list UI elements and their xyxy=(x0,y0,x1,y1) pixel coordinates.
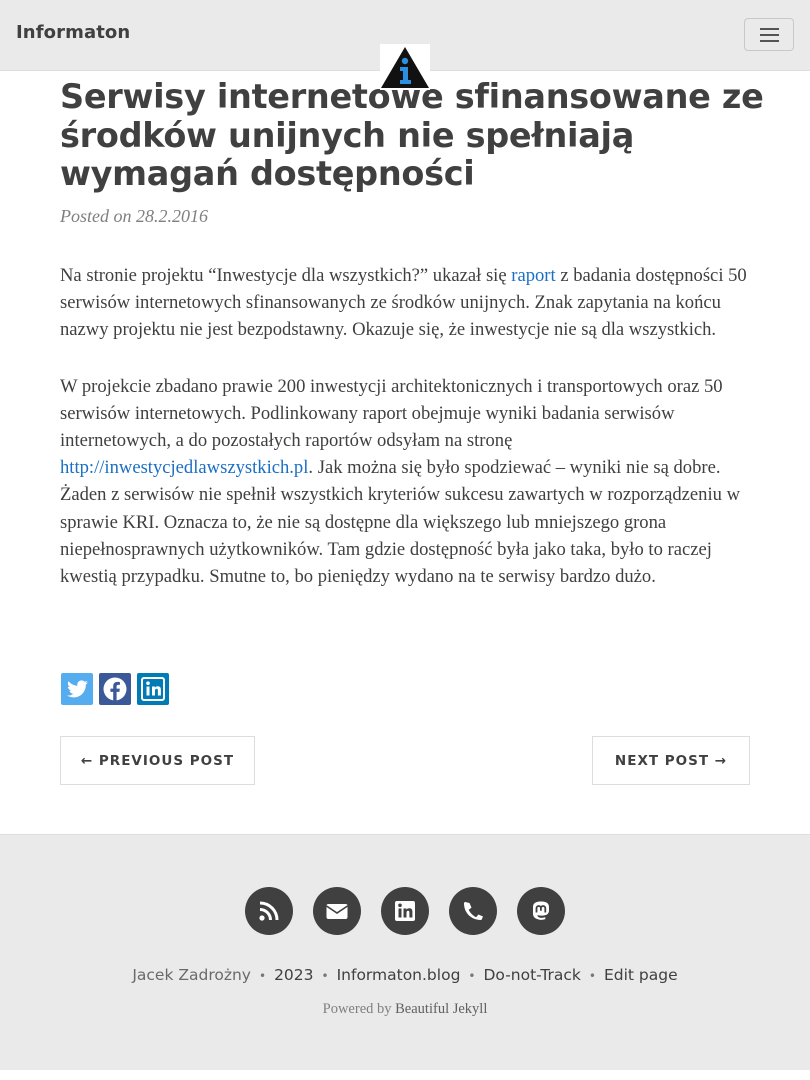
separator: • xyxy=(468,969,476,983)
footer-email-link[interactable] xyxy=(313,887,361,935)
copyright-year: 2023 xyxy=(274,966,314,984)
powered-by: Powered by Beautiful Jekyll xyxy=(0,1001,810,1018)
mastodon-icon xyxy=(533,901,549,920)
site-link[interactable]: Informaton.blog xyxy=(337,966,461,984)
share-facebook-button[interactable] xyxy=(98,672,132,706)
project-website-link[interactable]: http://inwestycjedlawszystkich.pl xyxy=(60,457,308,478)
paragraph-text: W projekcie zbadano prawie 200 inwestycj… xyxy=(60,375,723,452)
menu-toggle-button[interactable] xyxy=(744,18,794,51)
footer-credits: Jacek Zadrożny • 2023 • Informaton.blog • Do-n… xyxy=(0,966,810,984)
do-not-track-link[interactable]: Do-not-Track xyxy=(483,966,580,984)
share-twitter-button[interactable] xyxy=(60,672,94,706)
facebook-icon xyxy=(103,677,127,701)
post-date: Posted on 28.2.2016 xyxy=(60,206,208,226)
site-avatar[interactable] xyxy=(380,44,430,90)
edit-page-link[interactable]: Edit page xyxy=(604,966,678,984)
post-title: Serwisy internetowe sfinansowane ze środ… xyxy=(60,77,764,193)
post-body: Na stronie projektu “Inwestycje dla wszy… xyxy=(60,262,760,619)
separator: • xyxy=(588,969,596,983)
footer-mastodon-link[interactable] xyxy=(517,887,565,935)
footer-phone-link[interactable] xyxy=(449,887,497,935)
paragraph-text: Na stronie projektu “Inwestycje dla wszy… xyxy=(60,265,512,286)
info-logo-icon xyxy=(381,47,429,88)
next-post-button[interactable]: NEXT POST → xyxy=(592,736,750,785)
paragraph: Na stronie projektu “Inwestycje dla wszy… xyxy=(60,262,760,344)
hamburger-icon xyxy=(760,28,779,30)
beautiful-jekyll-link[interactable]: Beautiful Jekyll xyxy=(395,1001,487,1017)
envelope-icon xyxy=(326,904,348,919)
rss-icon xyxy=(259,901,279,921)
powered-by-text: Powered by xyxy=(322,1001,396,1017)
paragraph: W projekcie zbadano prawie 200 inwestycj… xyxy=(60,373,760,591)
footer-linkedin-link[interactable] xyxy=(381,887,429,935)
share-linkedin-button[interactable] xyxy=(136,672,170,706)
linkedin-icon xyxy=(395,901,415,921)
twitter-icon xyxy=(67,680,88,698)
hamburger-icon-line xyxy=(760,34,779,36)
phone-icon xyxy=(464,902,483,920)
hamburger-icon-line xyxy=(760,40,779,42)
linkedin-icon xyxy=(141,677,165,701)
author-name: Jacek Zadrożny xyxy=(132,966,251,984)
report-link[interactable]: raport xyxy=(511,265,555,286)
previous-post-button[interactable]: ← PREVIOUS POST xyxy=(60,736,255,785)
separator: • xyxy=(258,969,267,983)
footer-rss-link[interactable] xyxy=(245,887,293,935)
site-brand[interactable]: Informaton xyxy=(16,22,130,43)
footer: Jacek Zadrożny • 2023 • Informaton.blog • Do-n… xyxy=(0,834,810,1070)
separator: • xyxy=(321,969,329,983)
